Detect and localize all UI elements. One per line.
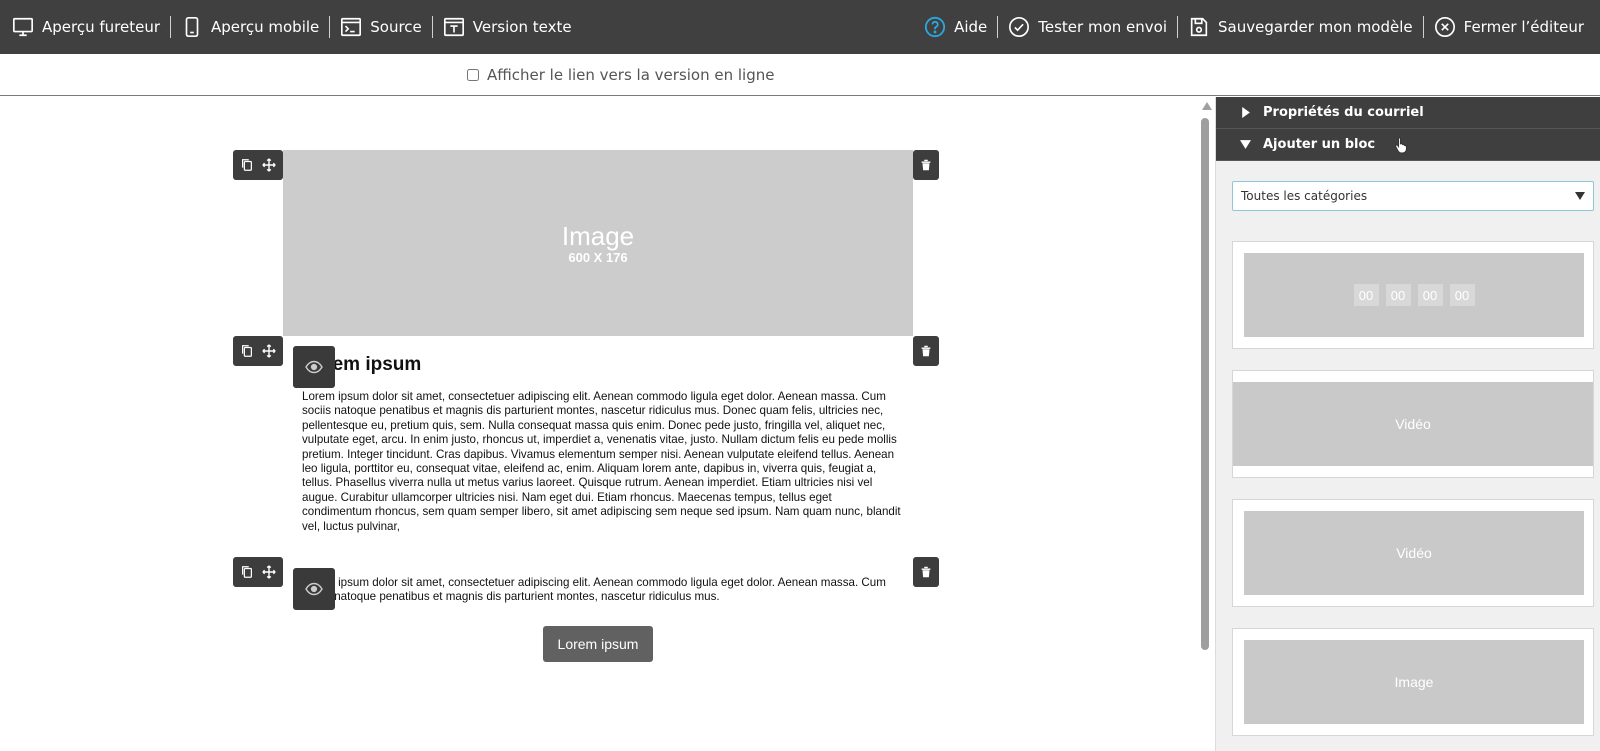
- countdown-preview: 00 00 00 00: [1244, 253, 1584, 337]
- toolbar-right-group: Aide Tester mon envoi Sauvegarder mon mo…: [914, 0, 1600, 54]
- image-block-tools: [233, 150, 283, 180]
- image-block-delete[interactable]: [913, 150, 939, 180]
- button-block-visibility-toggle[interactable]: [293, 568, 335, 610]
- blocks-panel: Propriétés du courriel Ajouter un bloc T…: [1215, 97, 1600, 751]
- save-icon: [1190, 17, 1208, 37]
- image-placeholder[interactable]: Image 600 X 176: [283, 150, 913, 336]
- online-link-label: Afficher le lien vers la version en lign…: [487, 66, 775, 84]
- image-placeholder-title: Image: [561, 220, 635, 251]
- video-block-tile[interactable]: Vidéo: [1232, 499, 1594, 607]
- mobile-preview-button[interactable]: Aperçu mobile: [171, 16, 329, 38]
- mobile-icon: [185, 17, 199, 37]
- trash-icon: [921, 345, 931, 357]
- chevron-down-icon: [1575, 192, 1585, 200]
- cta-button[interactable]: Lorem ipsum: [543, 626, 653, 662]
- monitor-icon: [13, 17, 33, 37]
- top-toolbar: Aperçu fureteur Aperçu mobile Source Ver…: [0, 0, 1600, 54]
- image-placeholder-size: 600 X 176: [568, 249, 628, 265]
- trash-icon: [921, 159, 931, 171]
- eye-icon: [305, 582, 323, 596]
- close-editor-label: Fermer l’éditeur: [1463, 18, 1584, 36]
- category-select[interactable]: Toutes les catégories: [1232, 181, 1594, 211]
- source-label: Source: [370, 18, 422, 36]
- add-block-header[interactable]: Ajouter un bloc: [1216, 129, 1600, 161]
- add-block-label: Ajouter un bloc: [1263, 137, 1376, 152]
- trash-icon: [921, 566, 931, 578]
- eye-icon: [305, 360, 323, 374]
- move-icon[interactable]: [262, 344, 276, 358]
- text-block-tools: [233, 336, 283, 366]
- text-block-delete[interactable]: [913, 336, 939, 366]
- button-block-delete[interactable]: [913, 557, 939, 587]
- duplicate-icon[interactable]: [240, 158, 254, 172]
- help-label: Aide: [954, 18, 988, 36]
- save-template-label: Sauvegarder mon modèle: [1218, 18, 1413, 36]
- image-preview: Image: [1244, 640, 1584, 724]
- text-version-icon: [443, 17, 464, 37]
- close-circle-icon: [1434, 17, 1455, 37]
- duplicate-icon[interactable]: [240, 344, 254, 358]
- check-circle-icon: [1009, 17, 1030, 37]
- text-block-visibility-toggle[interactable]: [293, 346, 335, 388]
- duplicate-icon[interactable]: [240, 565, 254, 579]
- text-block-body[interactable]: Lorem ipsum dolor sit amet, consectetuer…: [302, 390, 902, 550]
- video-block-tile-full-width[interactable]: Vidéo: [1232, 370, 1594, 478]
- online-link-checkbox[interactable]: [467, 69, 479, 81]
- countdown-digit: 00: [1385, 284, 1411, 306]
- help-button[interactable]: Aide: [914, 16, 997, 38]
- hand-pointer-icon: [1395, 136, 1407, 153]
- help-icon: [924, 16, 946, 38]
- email-properties-header[interactable]: Propriétés du courriel: [1216, 97, 1600, 129]
- text-version-button[interactable]: Version texte: [433, 16, 582, 38]
- options-bar: Afficher le lien vers la version en lign…: [0, 54, 1600, 96]
- button-block-body[interactable]: Lorem ipsum dolor sit amet, consectetuer…: [302, 576, 902, 608]
- countdown-digit: 00: [1353, 284, 1379, 306]
- browser-preview-label: Aperçu fureteur: [42, 18, 161, 36]
- test-send-label: Tester mon envoi: [1038, 18, 1167, 36]
- caret-down-icon: [1240, 140, 1251, 149]
- save-template-button[interactable]: Sauvegarder mon modèle: [1178, 16, 1423, 38]
- browser-preview-button[interactable]: Aperçu fureteur: [12, 16, 170, 38]
- test-send-button[interactable]: Tester mon envoi: [998, 16, 1177, 38]
- caret-right-icon: [1242, 107, 1250, 118]
- online-link-option[interactable]: Afficher le lien vers la version en lign…: [467, 66, 774, 84]
- move-icon[interactable]: [262, 158, 276, 172]
- countdown-block-tile[interactable]: 00 00 00 00: [1232, 241, 1594, 349]
- countdown-digit: 00: [1449, 284, 1475, 306]
- video-preview: Vidéo: [1244, 511, 1584, 595]
- button-block-tools: [233, 557, 283, 587]
- scroll-up-arrow-icon[interactable]: [1202, 102, 1212, 110]
- toolbar-left-group: Aperçu fureteur Aperçu mobile Source Ver…: [0, 0, 582, 54]
- source-button[interactable]: Source: [330, 16, 432, 38]
- scroll-thumb[interactable]: [1201, 118, 1209, 650]
- email-properties-label: Propriétés du courriel: [1263, 105, 1424, 120]
- countdown-digit: 00: [1417, 284, 1443, 306]
- mobile-preview-label: Aperçu mobile: [211, 18, 320, 36]
- source-code-icon: [341, 17, 362, 37]
- move-icon[interactable]: [262, 565, 276, 579]
- image-block-tile[interactable]: Image: [1232, 628, 1594, 736]
- close-editor-button[interactable]: Fermer l’éditeur: [1424, 16, 1594, 38]
- video-preview: Vidéo: [1233, 382, 1593, 466]
- text-version-label: Version texte: [472, 18, 572, 36]
- category-select-value: Toutes les catégories: [1241, 189, 1368, 203]
